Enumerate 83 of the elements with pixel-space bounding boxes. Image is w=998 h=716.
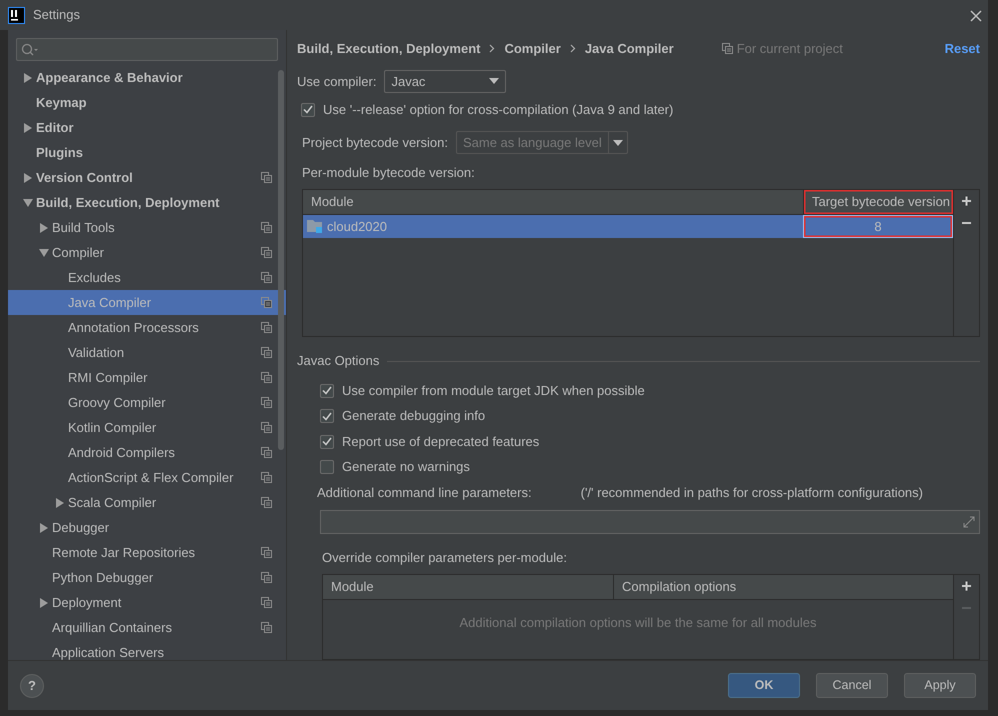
breadcrumb-item[interactable]: Build, Execution, Deployment [297,39,480,59]
tree-item[interactable]: ActionScript & Flex Compiler [8,465,286,490]
tree-item[interactable]: RMI Compiler [8,365,286,390]
scrollbar[interactable] [278,70,284,450]
tree-item[interactable]: Remote Jar Repositories [8,540,286,565]
tree-item[interactable]: Version Control [8,165,286,190]
tree-item[interactable]: Keymap [8,90,286,115]
checkbox-label: Use compiler from module target JDK when possible [342,382,645,400]
tree-item[interactable]: Android Compilers [8,440,286,465]
collapsed-arrow-icon[interactable] [40,598,48,608]
reset-link[interactable]: Reset [944,39,980,59]
tree-item[interactable]: Editor [8,115,286,140]
collapsed-arrow-icon[interactable] [24,122,32,132]
checkbox-label: Generate no warnings [342,458,470,476]
tree-item[interactable]: Excludes [8,265,286,290]
section-label: Override compiler parameters per-module: [322,549,568,568]
dialog-button[interactable]: Apply [904,673,976,698]
app-logo-icon [8,6,25,24]
collapsed-arrow-icon[interactable] [40,522,48,532]
collapsed-arrow-icon[interactable] [24,172,32,182]
section-label: Per-module bytecode version: [302,164,476,182]
search-icon [21,42,39,56]
field-hint: ('/' recommended in paths for cross-platform configurations) [580,484,923,502]
checkbox[interactable] [320,384,334,398]
scope-icon [722,43,733,54]
field-label: Project bytecode version: [302,134,448,152]
breadcrumb-item[interactable]: Compiler [504,39,561,59]
close-icon[interactable] [970,10,982,22]
dialog-button[interactable]: Cancel [816,673,888,698]
checkbox[interactable] [301,102,315,117]
field-label: Use compiler: [297,72,376,91]
tree-item[interactable]: Annotation Processors [8,315,286,340]
tree-item[interactable]: Build Tools [8,215,286,240]
checkbox[interactable] [320,434,334,449]
module-folder-icon [307,219,323,234]
tree-item[interactable]: Python Debugger [8,565,286,590]
parameters-field[interactable] [320,510,980,534]
tree-item[interactable]: Compiler [8,240,286,265]
expand-icon[interactable] [963,516,975,528]
checkbox-label: Use '--release' option for cross-compilation (Java 9 and later) [323,100,674,119]
column-header[interactable]: Target bytecode version [803,190,953,214]
tree-item[interactable]: Groovy Compiler [8,390,286,415]
tree-item[interactable]: Deployment [8,590,286,615]
column-header[interactable]: Module [303,190,803,214]
section-title: Javac Options [297,352,380,370]
help-button[interactable]: ? [20,674,44,698]
add-button[interactable]: + [957,190,976,212]
dropdown-arrow-icon [612,140,623,146]
collapsed-arrow-icon[interactable] [40,222,48,232]
checkbox[interactable] [320,409,334,424]
table-cell-text: cloud2020 [327,218,387,236]
remove-button[interactable]: − [957,212,976,234]
tree-item[interactable]: Arquillian Containers [8,615,286,640]
expanded-arrow-icon[interactable] [23,198,33,206]
tree-item[interactable]: Validation [8,340,286,365]
tree-item[interactable]: Build, Execution, Deployment [8,190,286,215]
tree-item[interactable]: Debugger [8,515,286,540]
field-label: Additional command line parameters: [317,484,532,502]
dialog-button[interactable]: OK [728,673,800,698]
breadcrumb-item[interactable]: Java Compiler [584,39,674,59]
checkbox[interactable] [320,460,334,474]
dropdown-arrow-icon [489,78,500,84]
tree-item[interactable]: Appearance & Behavior [8,65,286,90]
column-header[interactable]: Module [323,574,613,599]
empty-table-text: Additional compilation options will be the same for all modules [460,614,816,632]
search-field[interactable] [16,38,278,61]
collapsed-arrow-icon[interactable] [56,498,64,508]
checkbox-label: Generate debugging info [342,407,486,426]
expanded-arrow-icon[interactable] [39,248,49,256]
column-header[interactable]: Compilation options [613,574,953,599]
compiler-dropdown[interactable]: Javac [384,70,506,93]
window-title: Settings [33,6,80,24]
tree-item[interactable]: Scala Compiler [8,490,286,515]
chevron-icon [570,44,576,54]
tree-item[interactable]: Kotlin Compiler [8,415,286,440]
chevron-icon [489,44,496,54]
scope-label: For current project [736,40,843,58]
add-button[interactable]: + [957,574,976,597]
tree-item[interactable]: Plugins [8,140,286,165]
checkbox-label: Report use of deprecated features [342,432,540,451]
bytecode-dropdown: Same as language level [456,131,628,154]
tree-item[interactable]: Application Servers [8,640,286,660]
collapsed-arrow-icon[interactable] [24,72,32,82]
